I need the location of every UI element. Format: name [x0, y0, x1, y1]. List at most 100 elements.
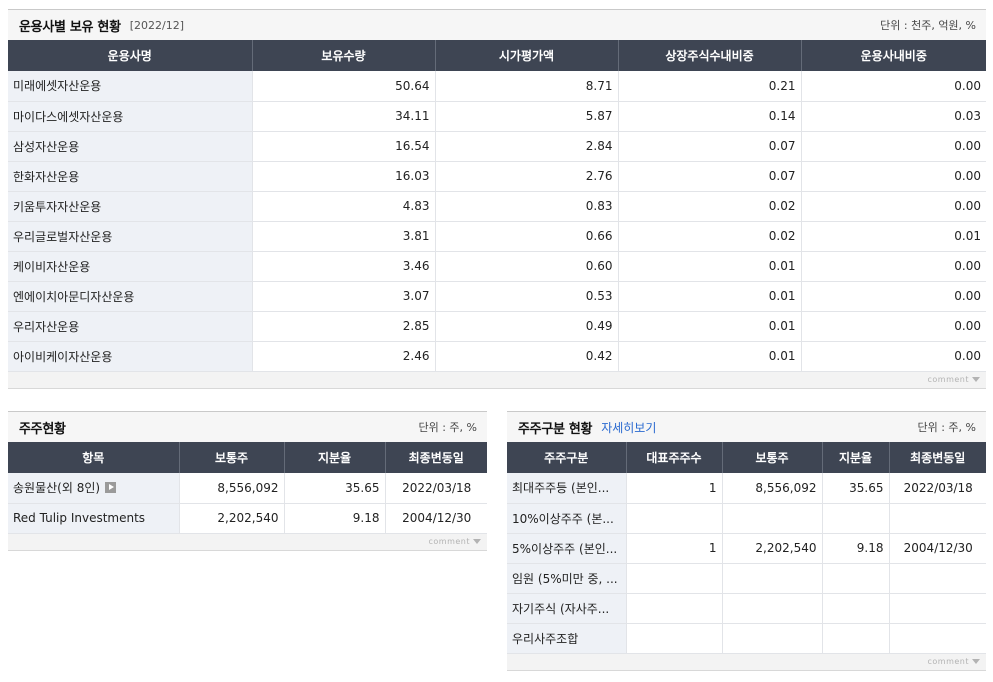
table-cell: 0.14	[617, 101, 801, 132]
row-label-cell: 10%이상주주 (본...	[507, 503, 626, 534]
holdings-header: 운용사별 보유 현황 [2022/12] 단위 : 천주, 억원, %	[8, 9, 986, 40]
holdings-panel: 운용사별 보유 현황 [2022/12] 단위 : 천주, 억원, % 운용사명…	[8, 9, 986, 389]
table-cell: 0.02	[617, 221, 801, 252]
comment-label: comment	[927, 374, 969, 384]
holdings-footer: comment	[8, 371, 986, 389]
shareholders-table: 항목 보통주 지분율 최종변동일 송원물산(외 8인) 8,556,092 35…	[8, 442, 487, 534]
table-cell: 2004/12/30	[384, 503, 487, 534]
row-label-cell: 키움투자자산운용	[8, 191, 252, 222]
table-cell: 9.18	[821, 533, 889, 564]
table-row: Red Tulip Investments 2,202,540 9.18 200…	[8, 503, 487, 534]
column-header: 지분율	[821, 442, 889, 473]
shareholder-types-title: 주주구분 현황	[518, 421, 593, 437]
table-cell: 0.00	[800, 131, 986, 162]
comment-toggle[interactable]: comment	[927, 375, 980, 384]
table-cell: 34.11	[251, 101, 435, 132]
chevron-down-icon	[972, 658, 980, 664]
table-cell	[625, 623, 722, 654]
shareholder-types-table: 주주구분 대표주주수 보통주 지분율 최종변동일 최대주주등 (본인... 1 8,…	[507, 442, 986, 654]
shareholders-header: 주주현황 단위 : 주, %	[8, 411, 487, 442]
table-cell: 3.07	[251, 281, 435, 312]
table-row: 키움투자자산운용 4.83 0.83 0.02 0.00	[8, 191, 986, 222]
table-cell: 35.65	[821, 473, 889, 504]
table-cell: 0.01	[617, 251, 801, 282]
table-cell: 0.60	[434, 251, 618, 282]
comment-label: comment	[927, 656, 969, 666]
table-row: 케이비자산운용 3.46 0.60 0.01 0.00	[8, 251, 986, 282]
row-label-cell: 우리글로벌자산운용	[8, 221, 252, 252]
table-cell: 0.66	[434, 221, 618, 252]
row-label-cell: 우리자산운용	[8, 311, 252, 342]
table-cell: 8,556,092	[721, 473, 822, 504]
table-cell: 0.53	[434, 281, 618, 312]
table-cell	[721, 623, 822, 654]
chevron-down-icon	[473, 538, 481, 544]
table-cell: 3.81	[251, 221, 435, 252]
column-header: 시가평가액	[434, 40, 618, 71]
expand-icon[interactable]	[105, 482, 117, 494]
table-row: 우리글로벌자산운용 3.81 0.66 0.02 0.01	[8, 221, 986, 252]
table-cell	[888, 623, 986, 654]
table-cell: 0.07	[617, 131, 801, 162]
shareholder-types-panel: 주주구분 현황 자세히보기 단위 : 주, % 주주구분 대표주주수 보통주 지…	[507, 411, 986, 671]
row-label-cell: 자기주식 (자사주...	[507, 593, 626, 624]
table-cell: 0.49	[434, 311, 618, 342]
table-row: 우리사주조합	[507, 623, 986, 654]
table-cell	[821, 623, 889, 654]
comment-toggle[interactable]: comment	[927, 657, 980, 666]
table-cell: 0.07	[617, 161, 801, 192]
shareholder-name-cell: Red Tulip Investments	[8, 503, 179, 534]
table-row: 삼성자산운용 16.54 2.84 0.07 0.00	[8, 131, 986, 162]
table-cell	[625, 503, 722, 534]
column-header: 지분율	[283, 442, 385, 473]
table-cell: 2.76	[434, 161, 618, 192]
table-cell: 2022/03/18	[888, 473, 986, 504]
row-label-cell: 엔에이치아문디자산운용	[8, 281, 252, 312]
row-label-cell: 마이다스에셋자산운용	[8, 101, 252, 132]
table-cell: 9.18	[283, 503, 385, 534]
comment-toggle[interactable]: comment	[428, 537, 481, 546]
table-cell: 0.00	[800, 161, 986, 192]
table-cell	[625, 563, 722, 594]
table-cell	[821, 503, 889, 534]
table-cell: 0.00	[800, 191, 986, 222]
table-row: 임원 (5%미만 중, ...	[507, 563, 986, 594]
table-cell: 0.00	[800, 251, 986, 282]
column-header: 대표주주수	[625, 442, 722, 473]
table-cell: 0.01	[800, 221, 986, 252]
column-header: 주주구분	[507, 442, 626, 473]
holdings-table: 운용사명 보유수량 시가평가액 상장주식수내비중 운용사내비중 미래에셋자산운용…	[8, 40, 986, 372]
table-cell: 8,556,092	[178, 473, 284, 504]
comment-label: comment	[428, 536, 470, 546]
holdings-period: [2022/12]	[129, 18, 185, 32]
table-cell: 0.00	[800, 341, 986, 372]
table-cell	[888, 593, 986, 624]
shareholder-types-unit: 단위 : 주, %	[917, 421, 976, 434]
table-row: 우리자산운용 2.85 0.49 0.01 0.00	[8, 311, 986, 342]
detail-link[interactable]: 자세히보기	[601, 419, 656, 436]
table-cell: 0.00	[800, 311, 986, 342]
table-row: 아이비케이자산운용 2.46 0.42 0.01 0.00	[8, 341, 986, 372]
column-header: 최종변동일	[384, 442, 487, 473]
table-cell: 0.01	[617, 341, 801, 372]
table-cell: 2022/03/18	[384, 473, 487, 504]
table-row: 5%이상주주 (본인... 1 2,202,540 9.18 2004/12/30	[507, 533, 986, 564]
table-cell	[625, 593, 722, 624]
shareholder-name: 송원물산(외 8인)	[13, 481, 101, 496]
shareholder-types-footer: comment	[507, 653, 986, 671]
table-cell: 0.42	[434, 341, 618, 372]
row-label-cell: 아이비케이자산운용	[8, 341, 252, 372]
column-header: 보유수량	[251, 40, 435, 71]
table-cell: 0.01	[617, 281, 801, 312]
row-label-cell: 한화자산운용	[8, 161, 252, 192]
row-label-cell: 5%이상주주 (본인...	[507, 533, 626, 564]
table-cell: 35.65	[283, 473, 385, 504]
chevron-down-icon	[972, 376, 980, 382]
table-cell: 16.54	[251, 131, 435, 162]
row-label-cell: 삼성자산운용	[8, 131, 252, 162]
table-cell	[888, 563, 986, 594]
holdings-title: 운용사별 보유 현황	[19, 19, 121, 35]
row-label-cell: 미래에셋자산운용	[8, 71, 252, 102]
table-cell: 0.03	[800, 101, 986, 132]
table-cell	[721, 593, 822, 624]
